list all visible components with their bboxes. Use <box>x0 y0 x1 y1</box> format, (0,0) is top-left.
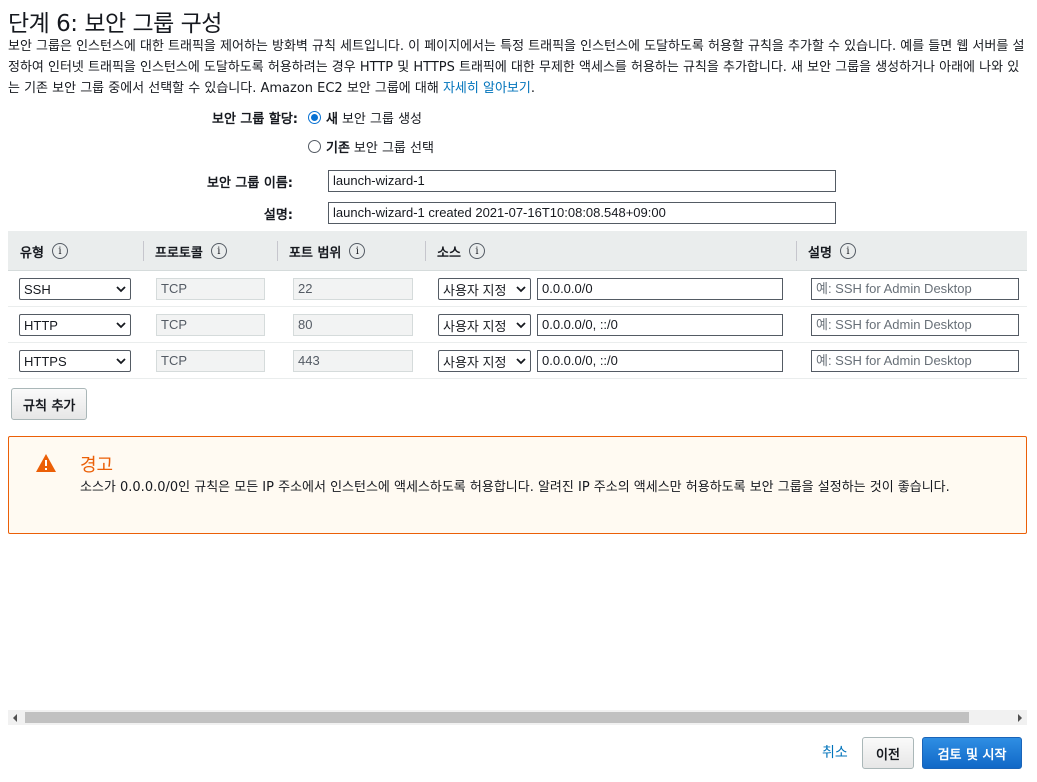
chevron-down-icon <box>116 322 126 329</box>
source-input[interactable]: 0.0.0.0/0, ::/0 <box>537 314 783 336</box>
radio-new-group[interactable]: 새 보안 그룹 생성 <box>308 108 422 127</box>
source-type-value: 사용자 지정 <box>443 354 507 370</box>
col-port-label: 포트 범위 <box>289 245 342 261</box>
intro-text: 보안 그룹은 인스턴스에 대한 트래픽을 제어하는 방화벽 규칙 세트입니다. … <box>8 36 1028 99</box>
source-type-value: 사용자 지정 <box>443 282 507 298</box>
column-divider <box>277 241 278 261</box>
column-divider <box>796 241 797 261</box>
group-name-input[interactable]: launch-wizard-1 <box>328 170 836 192</box>
table-row: HTTPS TCP 443 사용자 지정 0.0.0.0/0, ::/0 예: … <box>8 343 1027 379</box>
add-rule-button[interactable]: 규칙 추가 <box>11 388 88 420</box>
chevron-down-icon <box>516 322 526 329</box>
group-name-label: 보안 그룹 이름: <box>206 176 293 191</box>
alert-title: 경고 <box>80 455 114 476</box>
col-protocol-header: 프로토콜 i <box>143 231 227 271</box>
col-source-label: 소스 <box>437 245 461 261</box>
description-input[interactable]: launch-wizard-1 created 2021-07-16T10:08… <box>328 202 836 224</box>
warning-alert: 경고 소스가 0.0.0.0/0인 규칙은 모든 IP 주소에서 인스턴스에 액… <box>8 436 1027 534</box>
description-label: 설명: <box>263 208 293 223</box>
type-value: SSH <box>24 281 51 297</box>
intro-end: . <box>530 81 535 96</box>
source-type-select[interactable]: 사용자 지정 <box>438 278 531 300</box>
source-type-select[interactable]: 사용자 지정 <box>438 314 531 336</box>
learn-more-link[interactable]: 자세히 알아보기 <box>443 81 531 96</box>
chevron-down-icon <box>116 286 126 293</box>
table-row: HTTP TCP 80 사용자 지정 0.0.0.0/0, ::/0 예: SS… <box>8 307 1027 343</box>
type-select[interactable]: HTTP <box>19 314 131 336</box>
warning-icon <box>36 454 56 472</box>
table-header: 유형 i 프로토콜 i 포트 범위 i 소스 i 설명 i <box>8 231 1027 271</box>
port-field: 443 <box>293 350 413 372</box>
review-and-launch-button[interactable]: 검토 및 시작 <box>922 737 1022 769</box>
table-row: SSH TCP 22 사용자 지정 0.0.0.0/0 예: SSH for A… <box>8 271 1027 307</box>
rules-table: 유형 i 프로토콜 i 포트 범위 i 소스 i 설명 i SSH TCP 22 사용자 … <box>8 231 1027 379</box>
source-input[interactable]: 0.0.0.0/0 <box>537 278 783 300</box>
chevron-down-icon <box>116 358 126 365</box>
col-description-header: 설명 i <box>796 231 856 271</box>
protocol-field: TCP <box>156 350 265 372</box>
column-divider <box>143 241 144 261</box>
type-value: HTTPS <box>24 353 67 369</box>
rule-description-input[interactable]: 예: SSH for Admin Desktop <box>811 278 1019 300</box>
radio-existing-group[interactable]: 기존 보안 그룹 선택 <box>308 137 434 156</box>
column-divider <box>425 241 426 261</box>
rule-description-input[interactable]: 예: SSH for Admin Desktop <box>811 350 1019 372</box>
col-type-header: 유형 i <box>8 231 68 271</box>
radio-existing-label: 보안 그룹 선택 <box>353 141 434 156</box>
info-icon[interactable]: i <box>839 243 856 259</box>
port-field: 22 <box>293 278 413 300</box>
col-source-header: 소스 i <box>425 231 485 271</box>
protocol-field: TCP <box>156 314 265 336</box>
rule-description-input[interactable]: 예: SSH for Admin Desktop <box>811 314 1019 336</box>
scroll-thumb[interactable] <box>25 712 969 723</box>
info-icon[interactable]: i <box>349 243 366 259</box>
source-input[interactable]: 0.0.0.0/0, ::/0 <box>537 350 783 372</box>
previous-button[interactable]: 이전 <box>862 737 914 769</box>
col-protocol-label: 프로토콜 <box>155 245 203 261</box>
radio-new-label: 보안 그룹 생성 <box>341 112 422 127</box>
type-value: HTTP <box>24 317 58 333</box>
scroll-right-icon[interactable] <box>1018 714 1022 722</box>
alert-message: 소스가 0.0.0.0/0인 규칙은 모든 IP 주소에서 인스턴스에 액세스하… <box>80 480 950 495</box>
radio-existing-button[interactable] <box>308 140 321 153</box>
col-type-label: 유형 <box>20 245 44 261</box>
col-description-label: 설명 <box>808 245 832 261</box>
type-select[interactable]: SSH <box>19 278 131 300</box>
radio-existing-bold: 기존 <box>326 141 350 156</box>
page-title: 단계 6: 보안 그룹 구성 <box>8 11 222 37</box>
port-field: 80 <box>293 314 413 336</box>
source-type-select[interactable]: 사용자 지정 <box>438 350 531 372</box>
chevron-down-icon <box>516 286 526 293</box>
protocol-field: TCP <box>156 278 265 300</box>
assign-label: 보안 그룹 할당: <box>211 112 298 127</box>
chevron-down-icon <box>516 358 526 365</box>
info-icon[interactable]: i <box>51 243 68 259</box>
scroll-left-icon[interactable] <box>13 714 17 722</box>
radio-new-bold: 새 <box>326 112 338 127</box>
horizontal-scrollbar[interactable] <box>8 710 1027 725</box>
info-icon[interactable]: i <box>468 243 485 259</box>
info-icon[interactable]: i <box>210 243 227 259</box>
cancel-link[interactable]: 취소 <box>822 742 848 762</box>
source-type-value: 사용자 지정 <box>443 318 507 334</box>
col-port-header: 포트 범위 i <box>277 231 366 271</box>
radio-new-button[interactable] <box>308 111 321 124</box>
type-select[interactable]: HTTPS <box>19 350 131 372</box>
